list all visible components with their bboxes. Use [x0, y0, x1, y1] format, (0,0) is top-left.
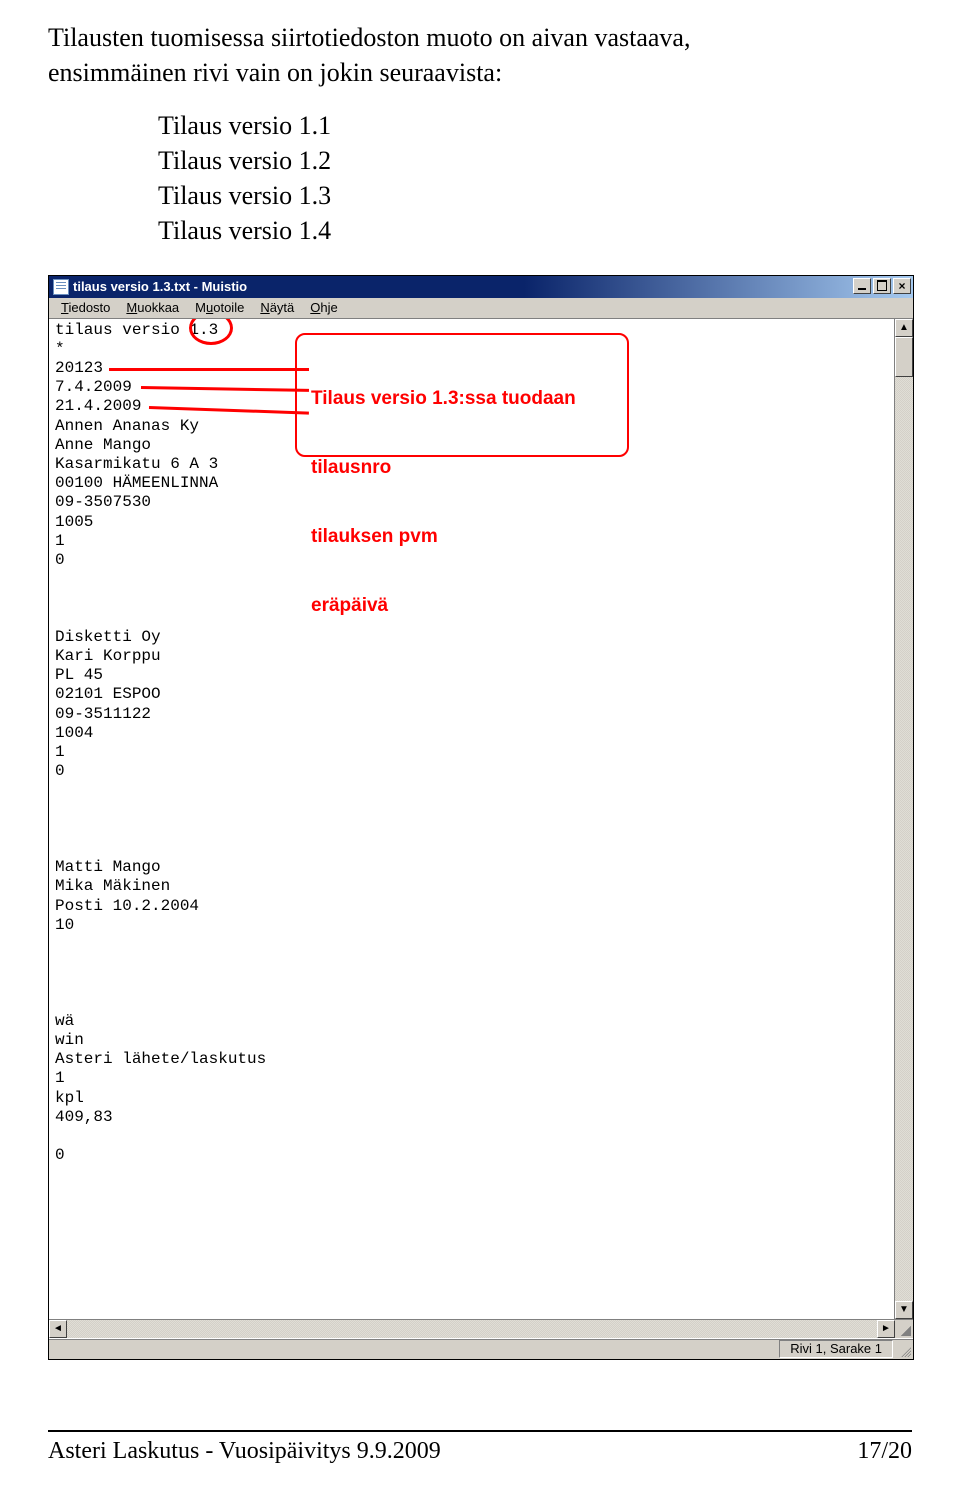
scroll-track[interactable]	[895, 377, 913, 1301]
window-titlebar[interactable]: tilaus versio 1.3.txt - Muistio ×	[49, 276, 913, 298]
page-footer: Asteri Laskutus - Vuosipäivitys 9.9.2009…	[48, 1432, 912, 1489]
version-entry: Tilaus versio 1.4	[158, 213, 912, 248]
minimize-button[interactable]	[853, 278, 871, 294]
scroll-track[interactable]	[67, 1320, 877, 1338]
close-button[interactable]: ×	[893, 278, 911, 294]
status-cursor-position: Rivi 1, Sarake 1	[779, 1340, 893, 1358]
intro-line2: ensimmäinen rivi vain on jokin seuraavis…	[48, 58, 502, 87]
version-entry: Tilaus versio 1.1	[158, 108, 912, 143]
scroll-right-button[interactable]: ►	[877, 1320, 895, 1338]
menu-edit[interactable]: Muokkaa	[118, 300, 187, 315]
footer-right: 17/20	[857, 1438, 912, 1465]
window-title: tilaus versio 1.3.txt - Muistio	[73, 279, 247, 294]
status-bar: Rivi 1, Sarake 1	[49, 1338, 913, 1359]
intro-text: Tilausten tuomisessa siirtotiedoston muo…	[48, 20, 912, 90]
scroll-left-button[interactable]: ◄	[49, 1320, 67, 1338]
scroll-thumb[interactable]	[895, 337, 913, 377]
maximize-button[interactable]	[873, 278, 891, 294]
annotation-arrow	[109, 368, 309, 371]
scrollbar-vertical[interactable]: ▲ ▼	[894, 319, 913, 1319]
resize-grip-icon[interactable]	[895, 1320, 913, 1338]
annotation-text: Tilaus versio 1.3:ssa tuodaan tilausnro …	[311, 341, 576, 663]
version-entry: Tilaus versio 1.2	[158, 143, 912, 178]
menu-bar: Tiedosto Muokkaa Muotoile Näytä Ohje	[49, 298, 913, 319]
versions-list: Tilaus versio 1.1 Tilaus versio 1.2 Tila…	[158, 108, 912, 248]
menu-format[interactable]: Muotoile	[187, 300, 252, 315]
menu-view[interactable]: Näytä	[252, 300, 302, 315]
notepad-textarea[interactable]: tilaus versio 1.3 * 20123 7.4.2009 21.4.…	[49, 319, 894, 1319]
scroll-down-button[interactable]: ▼	[895, 1301, 913, 1319]
document-icon	[53, 279, 69, 295]
footer-left: Asteri Laskutus - Vuosipäivitys 9.9.2009	[48, 1438, 441, 1465]
scroll-up-button[interactable]: ▲	[895, 319, 913, 337]
version-entry: Tilaus versio 1.3	[158, 178, 912, 213]
intro-line1: Tilausten tuomisessa siirtotiedoston muo…	[48, 23, 690, 52]
notepad-window: tilaus versio 1.3.txt - Muistio × Tiedos…	[48, 275, 914, 1360]
menu-file[interactable]: Tiedosto	[53, 300, 118, 315]
scrollbar-horizontal[interactable]: ◄ ►	[49, 1320, 895, 1338]
menu-help[interactable]: Ohje	[302, 300, 345, 315]
